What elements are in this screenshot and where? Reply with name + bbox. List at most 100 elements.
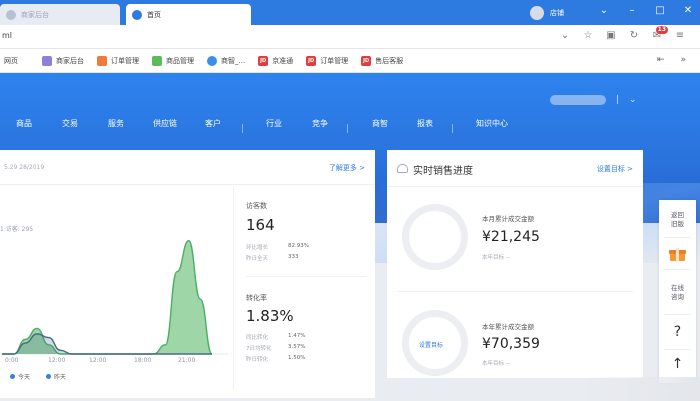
visitors-label: 访客数 bbox=[246, 202, 267, 210]
bookmark-jingzhuntong[interactable]: JD 京准通 bbox=[258, 55, 294, 66]
nav-item-service[interactable]: 服务 bbox=[108, 118, 124, 129]
bookmark-order-management[interactable]: 订单管理 bbox=[97, 55, 139, 66]
collapse-icon[interactable]: ⇤ bbox=[657, 55, 665, 65]
x-tick-label: 21:00 bbox=[178, 357, 196, 364]
tab-label: 商家后台 bbox=[21, 10, 49, 19]
conversion-label: 转化率 bbox=[246, 294, 267, 302]
side-label: 咨询 bbox=[671, 293, 684, 301]
x-axis-ticks: 0:00 12:00 12:00 18:00 21:00 bbox=[0, 357, 220, 367]
bookmark-web[interactable]: 网页 bbox=[4, 56, 18, 66]
browser-tab-strip: 商家后台 首页 店铺 ⌄ – □ ✕ bbox=[0, 0, 700, 25]
url-field[interactable]: ml bbox=[2, 31, 12, 40]
notification-badge: 13 bbox=[655, 26, 668, 34]
notification-icon[interactable]: ✉ 13 bbox=[651, 26, 668, 41]
sub-value: 333 bbox=[288, 254, 299, 260]
nav-item-customers[interactable]: 客户 bbox=[205, 118, 221, 129]
side-separator bbox=[664, 237, 691, 238]
bookmark-merchant-backend[interactable]: 商家后台 bbox=[42, 55, 84, 66]
bookmarks-bar: 网页 商家后台 订单管理 商品管理 商智_... JD 京准通 JD 订单管理 … bbox=[0, 49, 700, 73]
card-divider bbox=[397, 291, 633, 292]
gift-icon[interactable] bbox=[669, 248, 686, 261]
bookmark-label: 售后客服 bbox=[375, 56, 404, 65]
bookmarks-bar-tools: ⇤ » bbox=[657, 55, 686, 65]
nav-item-supply-chain[interactable]: 供应链 bbox=[153, 118, 177, 129]
address-bar: ml ⌄ ☆ ▣ ↻ ✉ 13 ≡ bbox=[0, 25, 700, 49]
nav-item-competition[interactable]: 竞争 bbox=[312, 118, 328, 129]
close-icon[interactable]: ✕ bbox=[682, 5, 694, 16]
browser-user[interactable]: 店铺 bbox=[530, 6, 564, 20]
month-sales-label: 本月累计成交金额 bbox=[482, 215, 534, 223]
minimize-icon[interactable]: – bbox=[626, 5, 638, 16]
metric-separator bbox=[246, 276, 366, 277]
online-consult-button[interactable]: 在线 咨询 bbox=[659, 284, 696, 302]
refresh-icon[interactable]: ↻ bbox=[628, 30, 640, 41]
bookmark-label: 商智_... bbox=[221, 56, 246, 65]
side-separator bbox=[664, 314, 691, 315]
cloud-icon bbox=[397, 164, 408, 173]
jd-icon: JD bbox=[258, 55, 269, 66]
traffic-area-chart bbox=[0, 239, 228, 355]
nav-item-trade[interactable]: 交易 bbox=[62, 118, 78, 129]
jd-icon: JD bbox=[361, 55, 372, 66]
set-target-link[interactable]: 设置目标 > bbox=[597, 164, 633, 174]
bookmark-icon bbox=[42, 55, 52, 66]
nav-item-shangzhi[interactable]: 商智 bbox=[372, 118, 388, 129]
bookmark-shangzhi[interactable]: 商智_... bbox=[207, 55, 246, 66]
sub-value: 3.57% bbox=[288, 344, 306, 350]
account-area[interactable]: | ⌄ bbox=[550, 95, 637, 105]
sub-label: 昨日转化 bbox=[246, 357, 269, 363]
year-sales-label: 本年累计成交金额 bbox=[482, 323, 534, 331]
tab-favicon-icon bbox=[6, 9, 16, 20]
sub-label: 7日均转化 bbox=[246, 346, 272, 352]
bookmark-product-management[interactable]: 商品管理 bbox=[152, 55, 194, 66]
sub-value: 1.47% bbox=[288, 333, 306, 339]
browser-tab-home[interactable]: 首页 bbox=[126, 4, 251, 25]
legend-dot bbox=[46, 374, 52, 379]
more-icon[interactable]: » bbox=[680, 55, 686, 65]
back-to-top-icon[interactable]: ↑ bbox=[659, 356, 696, 372]
chart-legend: 今天 昨天 bbox=[10, 372, 66, 381]
address-bar-icons: ⌄ ☆ ▣ ↻ ✉ 13 ≡ bbox=[559, 26, 686, 41]
bookmark-order-management-jd[interactable]: JD 订单管理 bbox=[306, 55, 349, 66]
sub-label: 同比转化 bbox=[246, 335, 269, 341]
help-icon[interactable]: ? bbox=[659, 324, 696, 340]
legend-dot bbox=[10, 374, 15, 379]
bookmark-label: 网页 bbox=[4, 56, 18, 65]
visitors-value: 164 bbox=[246, 216, 275, 234]
set-target-button[interactable]: 设置目标 bbox=[419, 340, 443, 349]
date-range: 5.29 28/2019 bbox=[4, 164, 45, 171]
bookmark-after-sales[interactable]: JD 售后客服 bbox=[361, 55, 404, 66]
year-sales-compare: 本年目标 -- bbox=[482, 361, 510, 367]
side-separator bbox=[664, 269, 691, 270]
sub-label: 昨日全天 bbox=[246, 256, 269, 262]
back-to-old-version-button[interactable]: 返回 旧版 bbox=[659, 211, 696, 229]
month-sales-value: ¥21,245 bbox=[482, 229, 540, 245]
nav-item-industry[interactable]: 行业 bbox=[266, 118, 282, 129]
chevron-down-icon[interactable]: ⌄ bbox=[559, 30, 571, 41]
nav-item-reports[interactable]: 报表 bbox=[417, 118, 433, 129]
bookmark-icon bbox=[97, 55, 107, 66]
month-sales-compare: 本年目标 -- bbox=[482, 255, 510, 261]
sub-value: 82.93% bbox=[288, 243, 309, 249]
legend-item-today[interactable]: 今天 bbox=[10, 372, 30, 381]
maximize-icon[interactable]: □ bbox=[654, 5, 666, 16]
nav-item-knowledge-center[interactable]: 知识中心 bbox=[476, 118, 508, 129]
chevron-down-icon[interactable]: ⌄ bbox=[598, 5, 610, 16]
legend-item-yesterday[interactable]: 昨天 bbox=[46, 372, 66, 381]
bookmark-icon bbox=[152, 55, 162, 66]
learn-more-link[interactable]: 了解更多 > bbox=[329, 163, 365, 173]
extension-icon[interactable]: ▣ bbox=[605, 30, 617, 41]
globe-icon bbox=[207, 55, 217, 66]
browser-tab-merchant-backend[interactable]: 商家后台 bbox=[0, 4, 120, 25]
window-controls: ⌄ – □ ✕ bbox=[598, 5, 694, 16]
star-icon[interactable]: ☆ bbox=[582, 30, 594, 41]
bookmark-label: 订单管理 bbox=[320, 56, 349, 65]
account-name-redacted bbox=[550, 95, 606, 105]
month-progress-ring bbox=[402, 204, 468, 270]
bookmark-label: 京准通 bbox=[272, 56, 294, 65]
nav-item-products[interactable]: 商品 bbox=[16, 118, 32, 129]
conversion-value: 1.83% bbox=[246, 307, 294, 325]
sub-value: 1.50% bbox=[288, 355, 306, 361]
floating-side-panel: 返回 旧版 在线 咨询 ? ↑ bbox=[659, 200, 696, 383]
menu-icon[interactable]: ≡ bbox=[674, 30, 686, 41]
